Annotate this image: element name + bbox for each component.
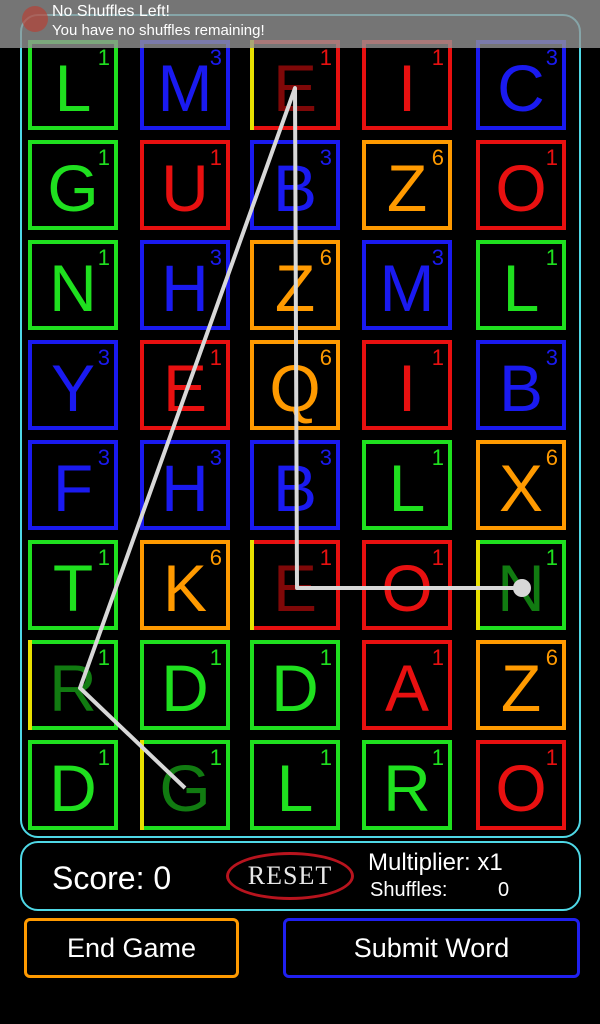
notification-toast: No Shuffles Left! You have no shuffles r… — [0, 0, 600, 48]
tile-points: 6 — [319, 345, 332, 370]
letter-tile[interactable]: H3 — [140, 240, 230, 330]
letter-tile[interactable]: Q6 — [250, 340, 340, 430]
tile-points: 1 — [545, 745, 558, 770]
letter-tile[interactable]: B3 — [476, 340, 566, 430]
letter-tile[interactable]: E1 — [140, 340, 230, 430]
letter-tile[interactable]: D1 — [28, 740, 118, 830]
letter-tile[interactable]: L1 — [476, 240, 566, 330]
tile-points: 1 — [431, 645, 444, 670]
letter-tile[interactable]: M3 — [362, 240, 452, 330]
letter-tile[interactable]: L1 — [250, 740, 340, 830]
letter-tile[interactable]: Z6 — [362, 140, 452, 230]
tile-points: 1 — [97, 645, 110, 670]
toast-title: No Shuffles Left! — [52, 3, 170, 20]
letter-tile[interactable]: G1 — [28, 140, 118, 230]
tile-points: 1 — [209, 145, 222, 170]
tile-points: 1 — [545, 545, 558, 570]
letter-tile[interactable]: O1 — [476, 740, 566, 830]
tile-points: 6 — [431, 145, 444, 170]
tile-points: 1 — [431, 345, 444, 370]
letter-tile[interactable]: L1 — [28, 40, 118, 130]
letter-tile[interactable]: G1 — [140, 740, 230, 830]
tile-points: 3 — [97, 345, 110, 370]
tile-points: 1 — [319, 645, 332, 670]
multiplier-label: Multiplier: x1 — [368, 849, 503, 876]
letter-tile[interactable]: Z6 — [250, 240, 340, 330]
tile-points: 3 — [209, 245, 222, 270]
selection-marker — [476, 540, 480, 630]
selection-marker — [140, 740, 144, 830]
status-panel: Score: 0 RESET Multiplier: x1 Shuffles: … — [20, 841, 581, 911]
tile-points: 6 — [319, 245, 332, 270]
tile-points: 3 — [545, 345, 558, 370]
letter-tile[interactable]: L1 — [362, 440, 452, 530]
letter-tile[interactable]: Z6 — [476, 640, 566, 730]
tile-points: 3 — [545, 45, 558, 70]
tile-points: 1 — [97, 545, 110, 570]
tile-points: 1 — [545, 145, 558, 170]
tile-points: 6 — [545, 445, 558, 470]
tile-points: 3 — [209, 445, 222, 470]
letter-tile[interactable]: C3 — [476, 40, 566, 130]
tile-points: 3 — [431, 245, 444, 270]
letter-tile[interactable]: A1 — [362, 640, 452, 730]
tile-points: 1 — [97, 745, 110, 770]
letter-tile[interactable]: H3 — [140, 440, 230, 530]
tile-points: 1 — [431, 445, 444, 470]
tile-points: 3 — [319, 145, 332, 170]
selection-marker — [250, 40, 254, 130]
letter-tile[interactable]: X6 — [476, 440, 566, 530]
letter-tile[interactable]: T1 — [28, 540, 118, 630]
toast-message: You have no shuffles remaining! — [52, 22, 265, 39]
letter-tile[interactable]: F3 — [28, 440, 118, 530]
submit-word-button[interactable]: Submit Word — [283, 918, 580, 978]
letter-tile[interactable]: B3 — [250, 140, 340, 230]
tile-points: 1 — [209, 745, 222, 770]
letter-tile[interactable]: D1 — [140, 640, 230, 730]
letter-tile[interactable]: O1 — [362, 540, 452, 630]
tile-points: 1 — [209, 345, 222, 370]
tile-points: 1 — [97, 45, 110, 70]
tile-points: 1 — [209, 645, 222, 670]
tile-points: 6 — [545, 645, 558, 670]
tile-points: 1 — [431, 745, 444, 770]
shuffles-label: Shuffles: — [370, 879, 448, 901]
letter-tile[interactable]: R1 — [28, 640, 118, 730]
letter-tile[interactable]: N1 — [476, 540, 566, 630]
tile-points: 1 — [97, 245, 110, 270]
tile-points: 1 — [431, 545, 444, 570]
tile-points: 1 — [319, 545, 332, 570]
tile-points: 1 — [319, 745, 332, 770]
tile-points: 1 — [431, 45, 444, 70]
tile-points: 1 — [97, 145, 110, 170]
end-game-button[interactable]: End Game — [24, 918, 239, 978]
tile-points: 1 — [545, 245, 558, 270]
tile-points: 3 — [319, 445, 332, 470]
letter-tile[interactable]: D1 — [250, 640, 340, 730]
selection-marker — [28, 640, 32, 730]
letter-tile[interactable]: N1 — [28, 240, 118, 330]
selection-marker — [250, 540, 254, 630]
letter-tile[interactable]: I1 — [362, 340, 452, 430]
tile-points: 6 — [209, 545, 222, 570]
letter-tile[interactable]: I1 — [362, 40, 452, 130]
letter-tile[interactable]: O1 — [476, 140, 566, 230]
letter-tile[interactable]: B3 — [250, 440, 340, 530]
shuffles-value: 0 — [498, 879, 510, 901]
letter-tile[interactable]: E1 — [250, 40, 340, 130]
tile-points: 3 — [97, 445, 110, 470]
reset-button[interactable]: RESET — [226, 852, 354, 900]
tile-points: 1 — [319, 45, 332, 70]
letter-tile[interactable]: K6 — [140, 540, 230, 630]
letter-tile[interactable]: M3 — [140, 40, 230, 130]
letter-tile[interactable]: U1 — [140, 140, 230, 230]
app-icon — [22, 6, 48, 32]
letter-tile[interactable]: R1 — [362, 740, 452, 830]
letter-tile[interactable]: E1 — [250, 540, 340, 630]
tile-points: 3 — [209, 45, 222, 70]
score-label: Score: 0 — [52, 860, 172, 896]
letter-tile[interactable]: Y3 — [28, 340, 118, 430]
